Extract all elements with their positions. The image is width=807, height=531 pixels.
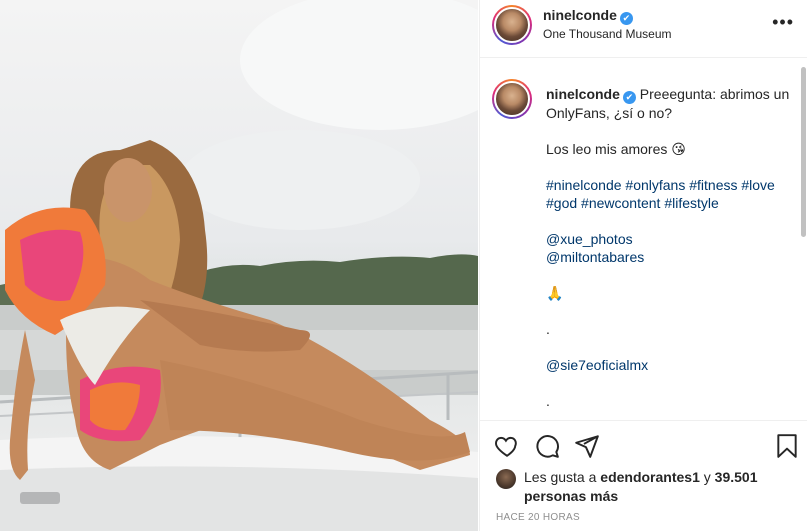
hashtag-link[interactable]: #fitness: [689, 177, 737, 193]
caption-text: ninelconde ✔ Preeegunta: abrimos un OnlyF…: [546, 85, 801, 420]
hashtag-link[interactable]: #onlyfans: [625, 177, 685, 193]
mention-link[interactable]: @xue_photos: [546, 231, 633, 247]
post-side-panel: ninelconde ✔ One Thousand Museum ••• nine…: [479, 0, 807, 531]
caption-mention-3: @sie7eoficialmx: [546, 356, 801, 374]
caption-first-paragraph: ninelconde ✔ Preeegunta: abrimos un OnlyF…: [546, 85, 801, 122]
bookmark-icon[interactable]: [774, 433, 800, 459]
hashtag-link[interactable]: #ninelconde: [546, 177, 622, 193]
heart-icon[interactable]: [494, 433, 520, 459]
mention-link[interactable]: @miltontabares: [546, 249, 644, 265]
share-icon[interactable]: [574, 433, 600, 459]
instagram-post: ninelconde ✔ One Thousand Museum ••• nine…: [0, 0, 807, 531]
hashtag-link[interactable]: #love: [741, 177, 774, 193]
verified-badge-icon: ✔: [619, 12, 633, 25]
caption-emoji: 🙏: [546, 285, 564, 301]
post-actions: Les gusta a edendorantes1 y 39.501 perso…: [480, 420, 807, 531]
caption-username[interactable]: ninelconde: [546, 86, 620, 102]
liker-avatar[interactable]: [496, 469, 516, 489]
caption-hashtags: #ninelconde #onlyfans #fitness #love #go…: [546, 176, 801, 212]
hashtag-link[interactable]: #god: [546, 195, 577, 211]
post-timestamp[interactable]: HACE 20 HORAS: [496, 512, 580, 523]
caption-line2: Los leo mis amores 😘: [546, 141, 686, 157]
post-header: ninelconde ✔ One Thousand Museum •••: [480, 0, 807, 58]
mention-link[interactable]: @sie7eoficialmx: [546, 357, 648, 373]
liker-username[interactable]: edendorantes1: [600, 469, 700, 485]
likes-text: Les gusta a edendorantes1 y 39.501 perso…: [524, 468, 774, 506]
likes-prefix: Les gusta a: [524, 469, 597, 485]
post-photo[interactable]: [0, 0, 478, 531]
caption-dot: .: [546, 321, 550, 337]
hashtag-link[interactable]: #lifestyle: [664, 195, 718, 211]
caption-dot: .: [546, 393, 550, 409]
author-avatar[interactable]: [492, 5, 532, 45]
caption-avatar[interactable]: [492, 79, 532, 119]
likes-conj: y: [703, 469, 711, 485]
hashtag-link[interactable]: #newcontent: [581, 195, 660, 211]
caption-area[interactable]: ninelconde ✔ Preeegunta: abrimos un OnlyF…: [480, 59, 807, 420]
caption-scrollbar[interactable]: [801, 67, 806, 237]
caption-mentions: @xue_photos @miltontabares: [546, 230, 801, 266]
verified-badge-icon: ✔: [622, 91, 636, 104]
location-link[interactable]: One Thousand Museum: [543, 27, 672, 41]
author-username[interactable]: ninelconde: [543, 7, 617, 23]
comment-icon[interactable]: [534, 433, 560, 459]
more-options-icon[interactable]: •••: [772, 12, 794, 33]
post-photo-illustration: [0, 0, 478, 531]
author-username-row: ninelconde ✔: [543, 7, 633, 25]
